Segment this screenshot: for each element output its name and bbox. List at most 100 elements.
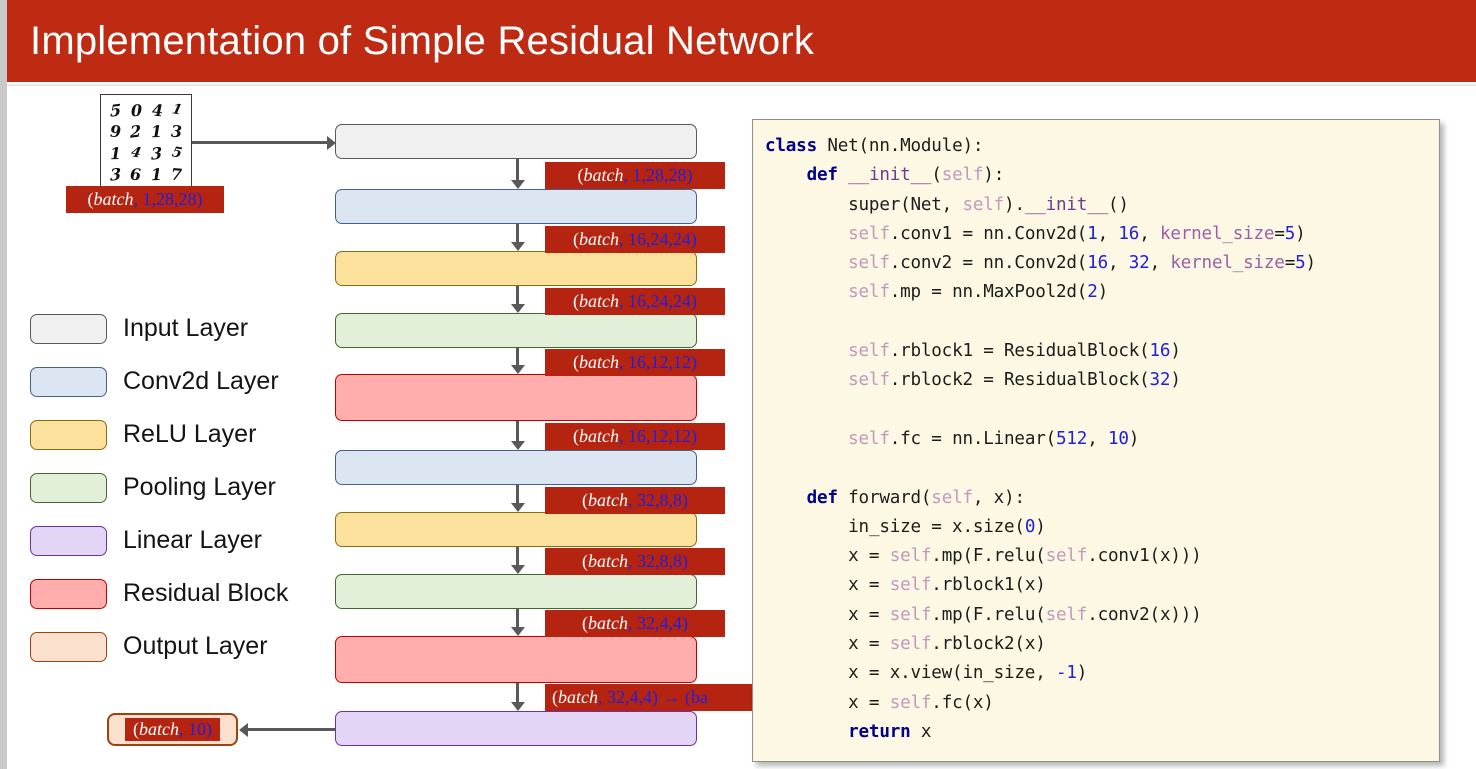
- legend-label: Linear Layer: [123, 526, 262, 554]
- mnist-row: 1 4 3 5: [105, 143, 187, 164]
- legend-swatch-linear-icon: [30, 525, 107, 556]
- residual-block-box-2[interactable]: [335, 636, 697, 683]
- legend-item-pooling: Pooling Layer: [30, 461, 288, 514]
- conv2d-layer-box-1[interactable]: [335, 189, 697, 224]
- mnist-digit: 3: [109, 164, 121, 186]
- mnist-digit: 4: [129, 144, 143, 162]
- arrow-input-to-network: [192, 135, 336, 150]
- shape-rest: , 32,8,8): [628, 490, 688, 510]
- shape-rest: , 32,4,4): [628, 613, 688, 633]
- mnist-row: 9 2 1 3: [105, 121, 187, 142]
- shape-tag-after-res1: (batch, 16,12,12): [545, 423, 725, 450]
- shape-batch: batch: [579, 352, 619, 372]
- mnist-digit: 5: [109, 99, 122, 121]
- mnist-digit: 9: [109, 121, 121, 142]
- mnist-row: 5 0 4 1: [105, 99, 187, 121]
- shape-batch: batch: [579, 291, 619, 311]
- pooling-layer-box-2[interactable]: [335, 574, 697, 609]
- mnist-digit: 2: [130, 121, 142, 142]
- arrow-conv2-to-relu2: [510, 485, 525, 512]
- shape-tag-after-input: (batch, 1,28,28): [545, 162, 725, 189]
- legend-item-conv2d: Conv2d Layer: [30, 355, 288, 408]
- shape-batch: batch: [588, 490, 628, 510]
- output-layer-pill[interactable]: (batch, 10): [107, 713, 238, 746]
- page-title: Implementation of Simple Residual Networ…: [30, 18, 815, 63]
- shape-batch: batch: [579, 229, 619, 249]
- legend-label: Input Layer: [123, 314, 249, 342]
- relu-layer-box-2[interactable]: [335, 512, 697, 547]
- shape-tag-after-relu2: (batch, 32,8,8): [545, 548, 725, 575]
- legend-swatch-relu-icon: [30, 419, 107, 450]
- shape-rest: , 16,24,24): [619, 229, 697, 249]
- legend-label: Output Layer: [123, 632, 268, 660]
- shape-tag-after-relu1: (batch, 16,24,24): [545, 288, 725, 315]
- arrow-conv1-to-relu1: [510, 224, 525, 251]
- arrow-relu2-to-pool2: [510, 547, 525, 574]
- legend-label: ReLU Layer: [123, 420, 257, 448]
- shape-tag-after-res2: (batch, 32,4,4) → (ba: [545, 684, 754, 711]
- arrow-pool1-to-res1: [510, 348, 525, 374]
- shape-rest: , 16,12,12): [619, 426, 697, 446]
- shape-rest: , 32,4,4) → (ba: [598, 687, 708, 707]
- mnist-digit: 5: [170, 144, 184, 162]
- mnist-digit: 3: [150, 143, 163, 164]
- shape-batch: batch: [583, 165, 624, 185]
- mnist-digit: 7: [171, 164, 183, 185]
- mnist-digit: 1: [170, 101, 184, 119]
- pooling-layer-box-1[interactable]: [335, 313, 697, 348]
- arrow-res1-to-conv2: [510, 421, 525, 450]
- legend-item-output: Output Layer: [30, 620, 288, 673]
- residual-block-box-1[interactable]: [335, 374, 697, 421]
- shape-rest: , 1,28,28): [623, 165, 693, 185]
- legend-item-input: Input Layer: [30, 302, 288, 355]
- mnist-digit: 1: [150, 165, 163, 185]
- legend-swatch-residual-icon: [30, 578, 107, 609]
- shape-batch: batch: [588, 613, 628, 633]
- mnist-row: 3 6 1 7: [105, 164, 187, 186]
- mnist-digit: 1: [109, 143, 122, 163]
- shape-tag-after-conv2: (batch, 32,8,8): [545, 487, 725, 514]
- shape-batch: batch: [579, 426, 619, 446]
- conv2d-layer-box-2[interactable]: [335, 450, 697, 485]
- left-edge-rail: [0, 0, 7, 769]
- shape-batch: batch: [558, 687, 598, 707]
- legend-item-linear: Linear Layer: [30, 514, 288, 567]
- mnist-digit: 3: [171, 121, 183, 142]
- legend-label: Conv2d Layer: [123, 367, 279, 395]
- code-block: class Net(nn.Module): def __init__(self)…: [765, 136, 1316, 742]
- legend-swatch-conv2d-icon: [30, 366, 107, 397]
- arrow-linear-to-output: [239, 722, 335, 737]
- slide-title-bar: Implementation of Simple Residual Networ…: [7, 0, 1476, 82]
- slide-canvas: Implementation of Simple Residual Networ…: [0, 0, 1476, 769]
- mnist-digit: 0: [130, 100, 143, 120]
- legend-swatch-output-icon: [30, 631, 107, 662]
- code-panel[interactable]: class Net(nn.Module): def __init__(self)…: [752, 119, 1440, 762]
- shape-batch: batch: [588, 551, 628, 571]
- output-shape-batch: batch: [139, 719, 179, 739]
- mnist-digit: 6: [130, 164, 142, 185]
- mnist-digit-grid: 5 0 4 1 9 2 1 3 1 4 3 5 3 6 1 7: [100, 94, 192, 192]
- legend-label: Pooling Layer: [123, 473, 276, 501]
- legend-item-relu: ReLU Layer: [30, 408, 288, 461]
- linear-layer-box[interactable]: [335, 711, 697, 746]
- output-shape-tag: (batch, 10): [125, 718, 220, 741]
- output-shape-rest: , 10): [179, 719, 212, 739]
- shape-rest: , 16,12,12): [619, 352, 697, 372]
- legend-swatch-input-icon: [30, 313, 107, 344]
- input-shape-batch: batch: [93, 189, 134, 209]
- arrow-input-to-conv1: [510, 159, 525, 189]
- legend-swatch-pooling-icon: [30, 472, 107, 503]
- input-shape-rest: , 1,28,28): [133, 189, 203, 209]
- mnist-digit: 1: [150, 121, 163, 142]
- relu-layer-box-1[interactable]: [335, 251, 697, 286]
- arrow-pool2-to-res2: [510, 609, 525, 636]
- arrow-relu1-to-pool1: [510, 286, 525, 313]
- shape-rest: , 16,24,24): [619, 291, 697, 311]
- arrow-res2-to-linear: [510, 683, 525, 711]
- input-layer-box[interactable]: [335, 124, 697, 159]
- shape-tag-after-conv1: (batch, 16,24,24): [545, 226, 725, 253]
- input-shape-tag: (batch, 1,28,28): [66, 186, 224, 213]
- shape-rest: , 32,8,8): [628, 551, 688, 571]
- legend-label: Residual Block: [123, 579, 289, 607]
- mnist-digit: 4: [151, 100, 163, 121]
